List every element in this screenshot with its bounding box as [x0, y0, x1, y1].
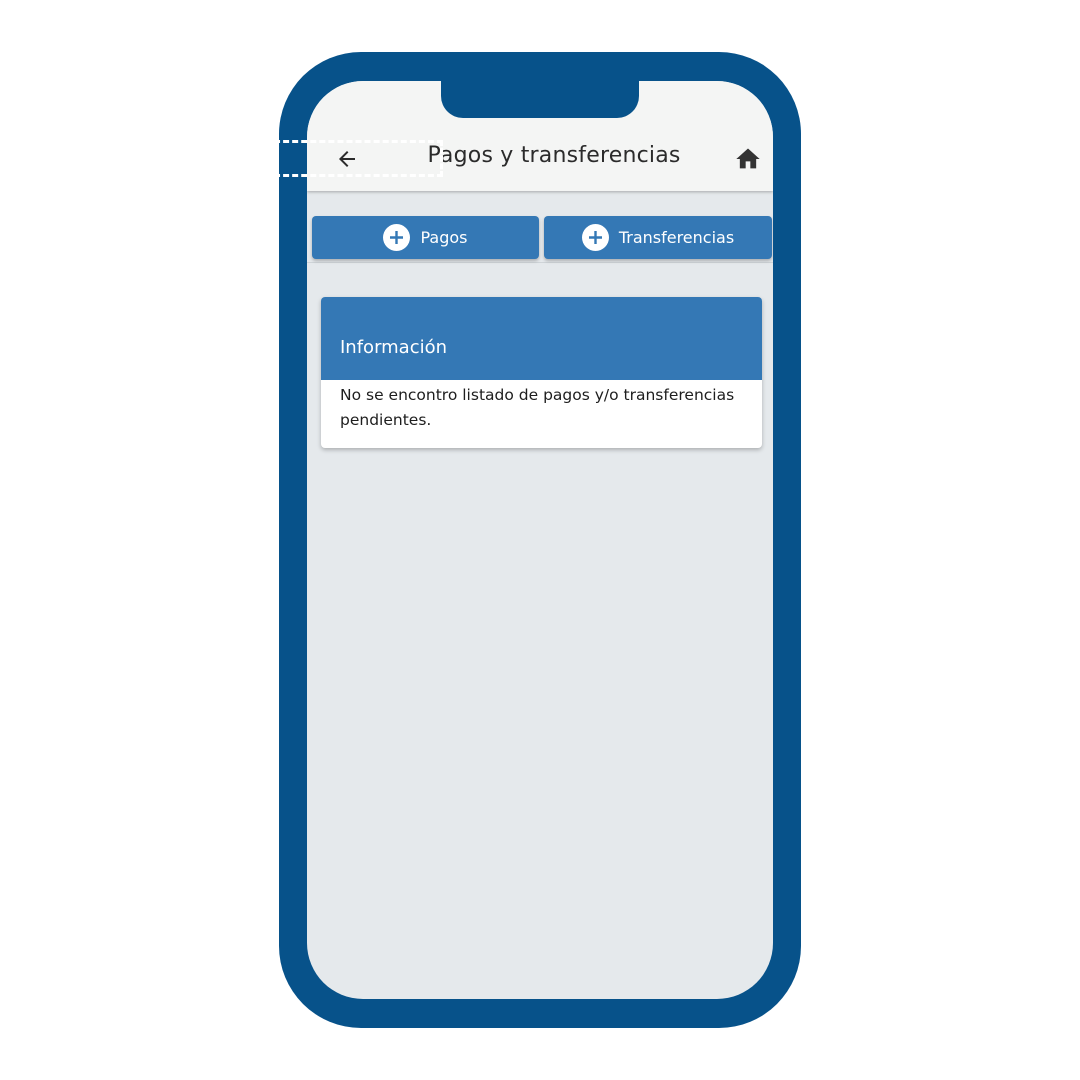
- transferencias-button-label: Transferencias: [618, 228, 735, 247]
- plus-circle-icon: [581, 224, 609, 251]
- plus-circle-icon: [383, 224, 411, 251]
- info-card-header: Información: [321, 297, 762, 380]
- app-screen: Pagos y transferencias Pagos Transferenc…: [307, 81, 773, 999]
- phone-notch: [441, 70, 639, 118]
- transferencias-button[interactable]: Transferencias: [544, 216, 772, 259]
- info-card: Información No se encontro listado de pa…: [321, 297, 762, 448]
- info-card-title: Información: [340, 337, 448, 358]
- page-title: Pagos y transferencias: [427, 143, 681, 168]
- home-icon: [736, 148, 760, 169]
- info-card-message: No se encontro listado de pagos y/o tran…: [340, 386, 735, 429]
- home-button[interactable]: [733, 145, 763, 173]
- arrow-left-icon: [339, 151, 355, 167]
- pagos-button-label: Pagos: [420, 228, 468, 247]
- back-button[interactable]: [333, 145, 361, 173]
- action-bar: Pagos Transferencias: [307, 209, 773, 263]
- pagos-button[interactable]: Pagos: [312, 216, 539, 259]
